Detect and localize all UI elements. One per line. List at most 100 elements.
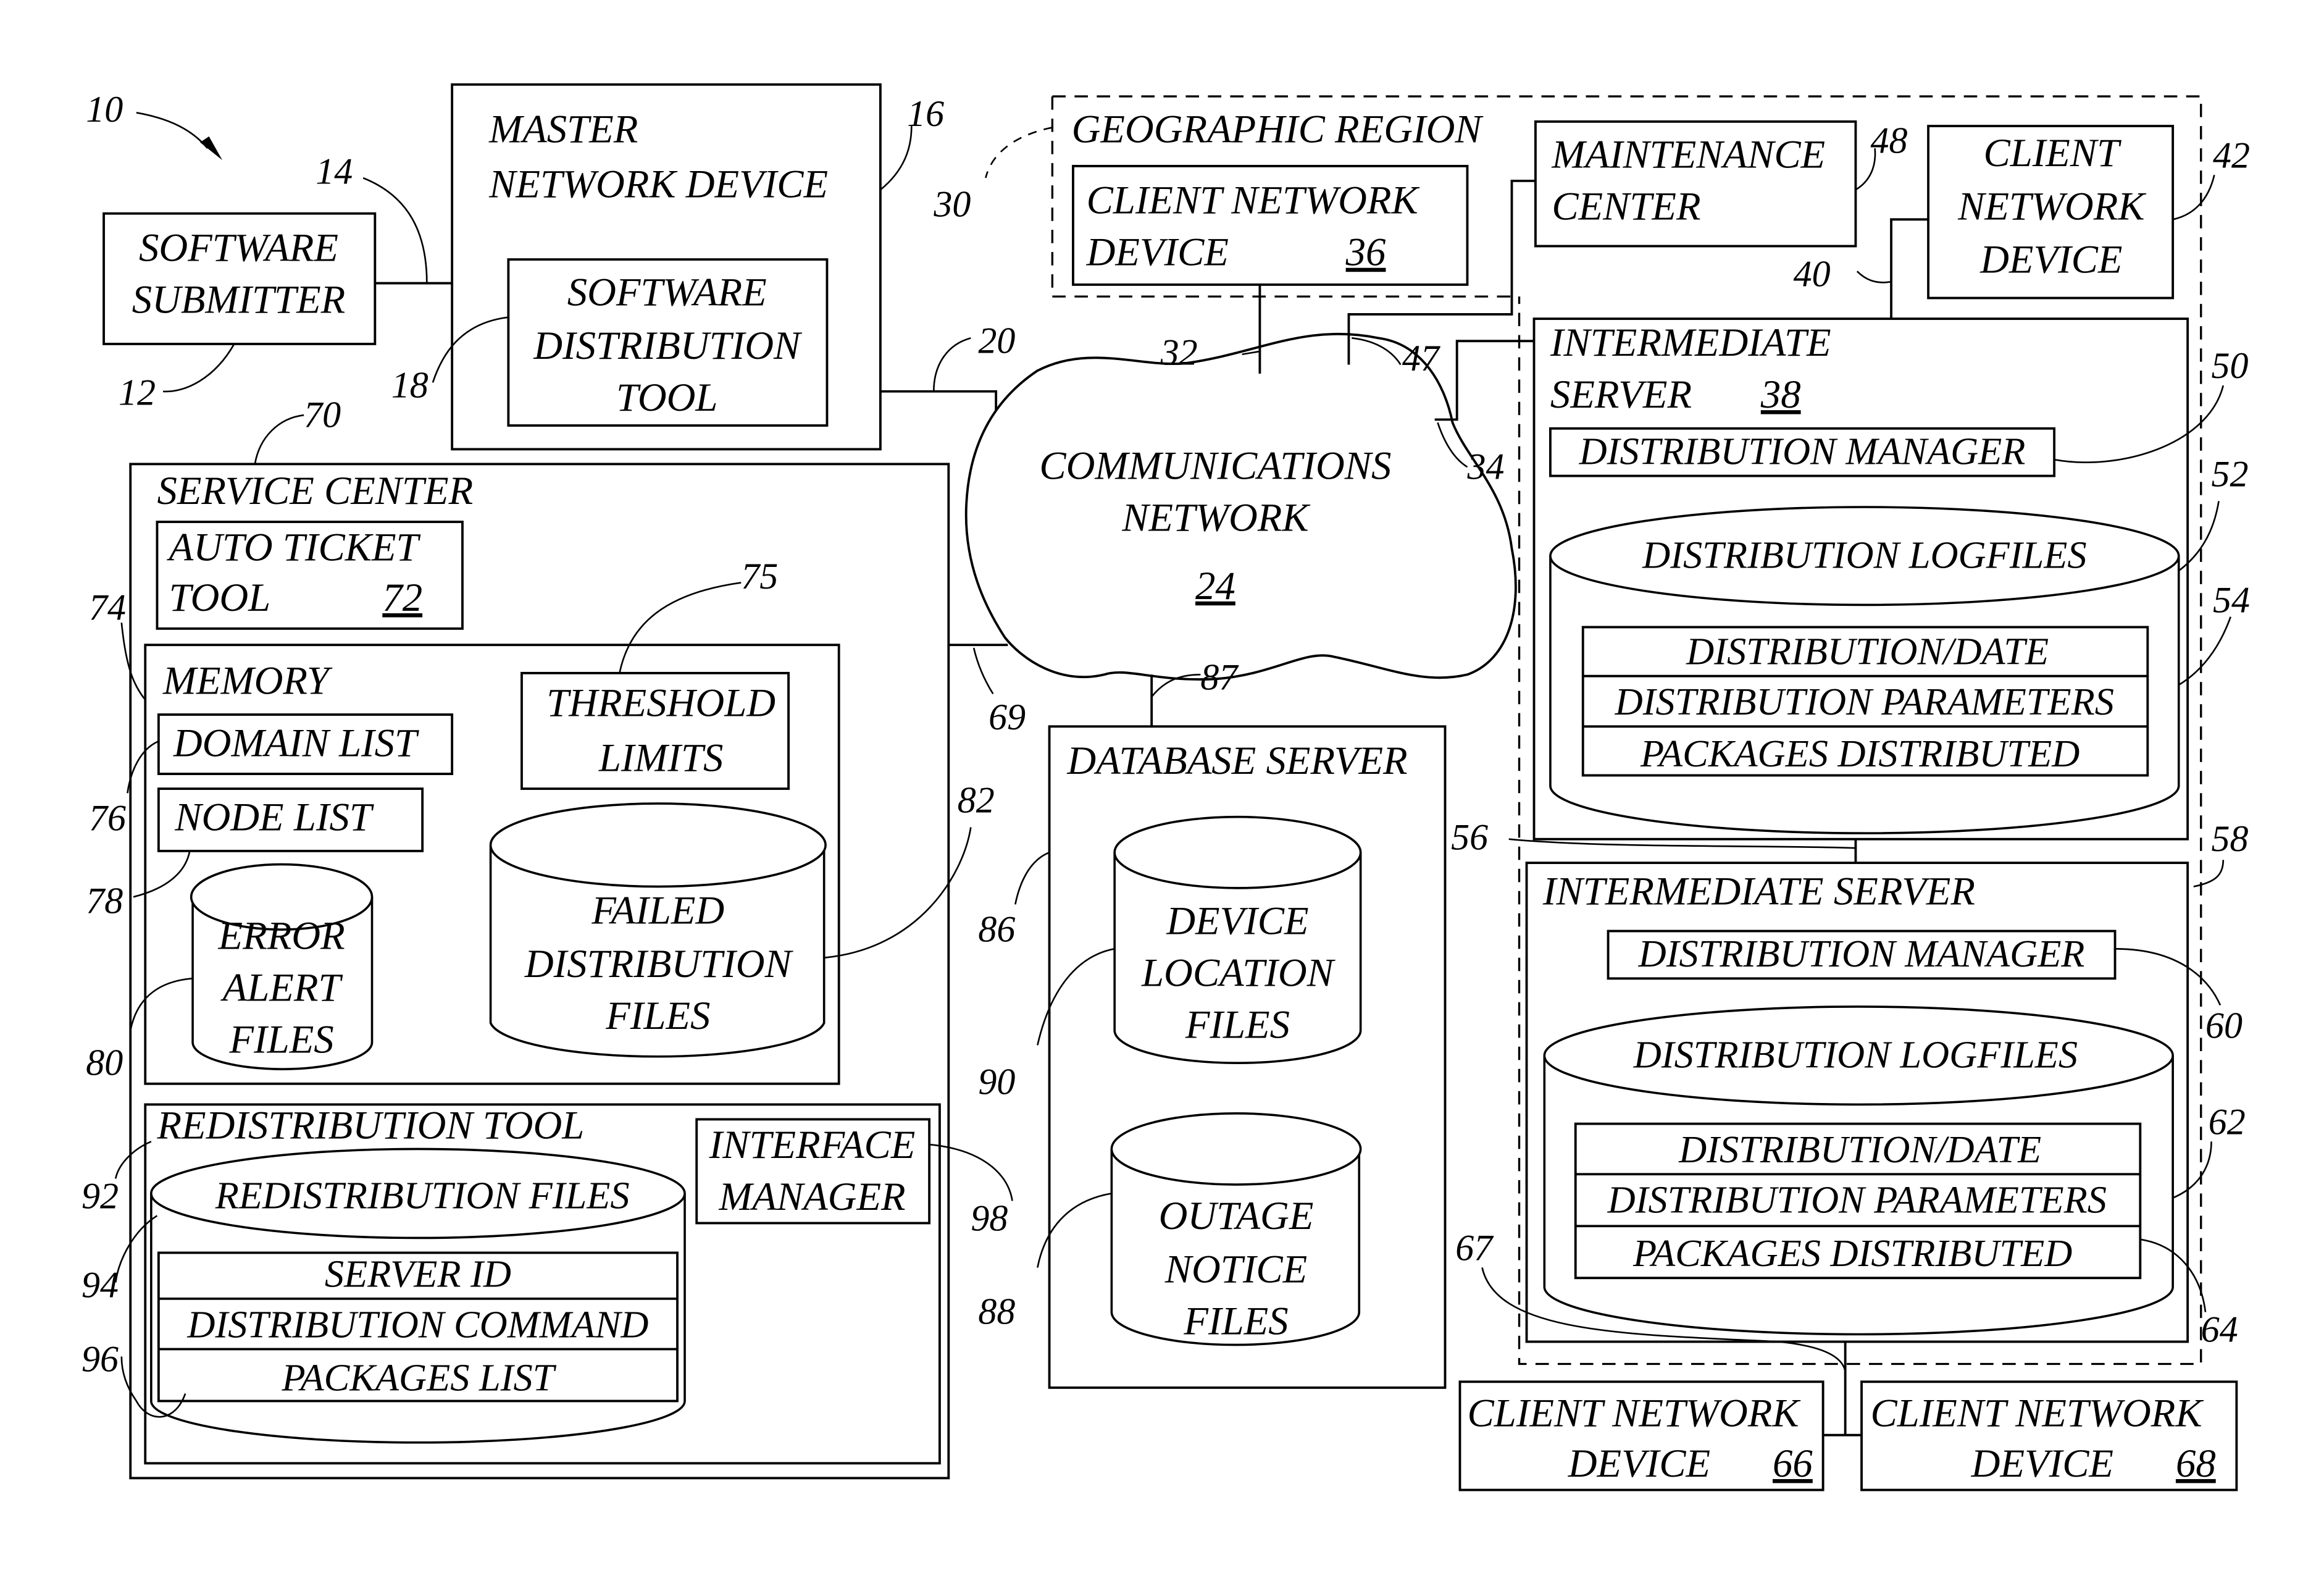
ref-92: 92 — [82, 1175, 119, 1216]
ref-56: 56 — [1451, 817, 1488, 858]
ref-74: 74 — [89, 587, 126, 627]
logfiles-52-label: DISTRIBUTION LOGFILES — [1642, 534, 2086, 576]
database-server: DATABASE SERVER 86 DEVICE LOCATION FILES… — [978, 725, 1447, 1389]
field-distribution-command: DISTRIBUTION COMMAND — [186, 1303, 648, 1346]
arrow-head-icon — [200, 136, 223, 161]
sdt-label-2: DISTRIBUTION — [533, 324, 803, 368]
failed-dist-label-3: FILES — [605, 994, 710, 1038]
redistribution-files-label: REDISTRIBUTION FILES — [215, 1174, 630, 1217]
sdt-label-3: TOOL — [616, 375, 718, 420]
ref-86: 86 — [978, 908, 1015, 949]
client-42-label-2: NETWORK — [1957, 184, 2146, 229]
threshold-label-2: LIMITS — [598, 736, 724, 780]
ref-98: 98 — [971, 1198, 1008, 1238]
error-alert-label-3: FILES — [229, 1017, 334, 1062]
software-submitter-label-2: SUBMITTER — [132, 278, 346, 322]
ref-38: 38 — [1760, 372, 1801, 417]
figure-ref-label: 10 — [86, 89, 123, 130]
ref-67: 67 — [1455, 1227, 1494, 1268]
connection-40 — [1890, 218, 1929, 319]
domain-list-label: DOMAIN LIST — [173, 721, 419, 765]
distribution-manager-50-label: DISTRIBUTION MANAGER — [1579, 430, 2026, 472]
ref-52: 52 — [2212, 453, 2249, 494]
device-location-label-3: FILES — [1185, 1002, 1290, 1047]
ref-96: 96 — [82, 1339, 119, 1380]
ref-90: 90 — [978, 1062, 1015, 1102]
software-submitter-label-1: SOFTWARE — [139, 226, 338, 271]
sdt-label-1: SOFTWARE — [567, 271, 767, 315]
failed-dist-label-1: FAILED — [591, 889, 724, 933]
interface-manager-label-2: MANAGER — [718, 1175, 905, 1219]
field-distribution-date: DISTRIBUTION/DATE — [1686, 630, 2049, 673]
master-device-label-1: MASTER — [488, 107, 638, 151]
ref-36: 36 — [1345, 230, 1386, 275]
leader-20 — [933, 337, 971, 392]
intermediate-38-label-1: INTERMEDIATE — [1550, 321, 1831, 365]
master-device-label-2: NETWORK DEVICE — [488, 162, 828, 206]
geographic-region-label: GEOGRAPHIC REGION — [1072, 107, 1484, 151]
ref-18: 18 — [391, 364, 428, 405]
ref-60: 60 — [2205, 1005, 2242, 1046]
ref-24: 24 — [1195, 564, 1235, 608]
ref-58: 58 — [2212, 818, 2249, 859]
intermediate-38-label-2: SERVER — [1550, 372, 1692, 417]
ref-40: 40 — [1794, 253, 1831, 294]
error-alert-label-1: ERROR — [218, 913, 345, 958]
client-68-label-2: DEVICE — [1971, 1441, 2113, 1486]
auto-ticket-label-1: AUTO TICKET — [167, 525, 421, 569]
leader-12 — [162, 343, 235, 393]
ref-48: 48 — [1870, 120, 1907, 161]
ref-64: 64 — [2201, 1309, 2238, 1349]
ref-68: 68 — [2176, 1441, 2216, 1486]
client-68-label-1: CLIENT NETWORK — [1870, 1391, 2204, 1435]
failed-dist-label-2: DISTRIBUTION — [524, 942, 794, 986]
ref-75: 75 — [741, 556, 778, 597]
ref-14: 14 — [316, 151, 353, 192]
memory-label: MEMORY — [162, 658, 333, 703]
error-alert-label-2: ALERT — [220, 965, 343, 1010]
client-device-68: CLIENT NETWORK DEVICE 68 — [1860, 1380, 2238, 1491]
interface-manager-label-1: INTERFACE — [709, 1123, 916, 1167]
ref-69: 69 — [989, 697, 1026, 737]
ref-12: 12 — [119, 372, 156, 413]
client-36-label-1: CLIENT NETWORK — [1087, 178, 1420, 223]
leader-40 — [1856, 271, 1892, 283]
maintenance-label-2: CENTER — [1552, 184, 1700, 229]
ref-82: 82 — [958, 780, 995, 821]
intermediate-server-second: INTERMEDIATE SERVER DISTRIBUTION MANAGER… — [1525, 862, 2246, 1349]
master-network-device: MASTER NETWORK DEVICE 16 SOFTWARE DISTRI… — [391, 83, 944, 451]
ref-42: 42 — [2213, 135, 2250, 175]
field-packages-list: PACKAGES LIST — [281, 1357, 556, 1399]
ref-88: 88 — [978, 1291, 1015, 1332]
outage-notice-label-3: FILES — [1183, 1299, 1288, 1343]
leader-16 — [880, 126, 913, 191]
ref-50: 50 — [2212, 345, 2249, 386]
software-submitter: SOFTWARE SUBMITTER 12 — [102, 212, 377, 413]
ref-20: 20 — [978, 320, 1015, 361]
maintenance-center: MAINTENANCE CENTER 48 — [1534, 120, 1907, 248]
ref-78: 78 — [86, 881, 123, 921]
ref-16: 16 — [907, 93, 944, 134]
database-server-label: DATABASE SERVER — [1066, 739, 1407, 783]
service-center: SERVICE CENTER 70 AUTO TICKET TOOL 72 ME… — [82, 394, 1013, 1480]
ref-34: 34 — [1467, 446, 1505, 487]
distribution-manager-60-label: DISTRIBUTION MANAGER — [1638, 933, 2085, 975]
ref-80: 80 — [86, 1042, 123, 1083]
patent-diagram: 10 SOFTWARE SUBMITTER 12 14 MASTER NETWO… — [82, 83, 2250, 1491]
field-server-id: SERVER ID — [325, 1253, 511, 1296]
leader-58 — [2193, 860, 2225, 887]
connection-20 — [880, 390, 998, 423]
node-list-label: NODE LIST — [174, 795, 374, 839]
ref-47: 47 — [1402, 338, 1441, 379]
client-42-label-1: CLIENT — [1983, 131, 2121, 175]
network-label-2: NETWORK — [1121, 495, 1310, 540]
client-device-42: CLIENT NETWORK DEVICE 42 40 — [1794, 125, 2250, 319]
client-36-label-2: DEVICE — [1086, 230, 1229, 275]
ref-66: 66 — [1773, 1441, 1813, 1486]
leader-42 — [2172, 174, 2215, 220]
auto-ticket-label-2: TOOL — [169, 576, 271, 620]
outage-notice-cylinder-top — [1110, 1112, 1362, 1186]
maintenance-label-1: MAINTENANCE — [1551, 132, 1825, 177]
leader-56 — [1508, 838, 1856, 849]
outage-notice-label-1: OUTAGE — [1159, 1194, 1314, 1238]
